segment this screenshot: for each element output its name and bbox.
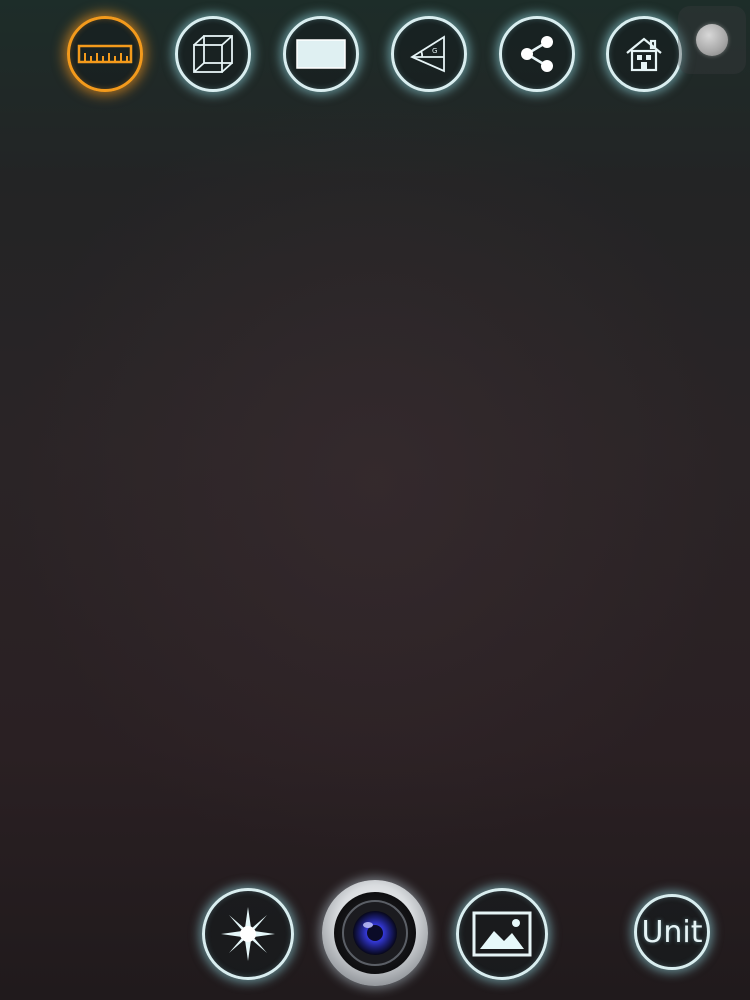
cube-icon	[191, 33, 235, 75]
rectangle-tool-button[interactable]	[283, 16, 359, 92]
ruler-icon	[77, 42, 133, 66]
unit-button[interactable]: Unit	[634, 894, 710, 970]
unit-label: Unit	[641, 914, 703, 950]
home-icon	[624, 34, 664, 74]
ruler-tool-button[interactable]	[67, 16, 143, 92]
brightness-button[interactable]	[202, 888, 294, 980]
dot-icon	[696, 24, 728, 56]
cube-tool-button[interactable]	[175, 16, 251, 92]
camera-view: G Unit	[0, 0, 750, 1000]
sun-icon	[218, 904, 278, 964]
home-tool-button[interactable]	[606, 16, 682, 92]
rectangle-icon	[295, 38, 347, 70]
svg-text:G: G	[432, 47, 437, 55]
camera-lens-icon	[334, 892, 416, 974]
gallery-button[interactable]	[456, 888, 548, 980]
share-tool-button[interactable]	[499, 16, 575, 92]
angle-icon: G	[406, 31, 452, 77]
capture-button[interactable]	[322, 880, 428, 986]
assistive-touch-button[interactable]	[678, 6, 746, 74]
angle-tool-button[interactable]: G	[391, 16, 467, 92]
share-icon	[515, 32, 559, 76]
image-icon	[472, 911, 532, 957]
